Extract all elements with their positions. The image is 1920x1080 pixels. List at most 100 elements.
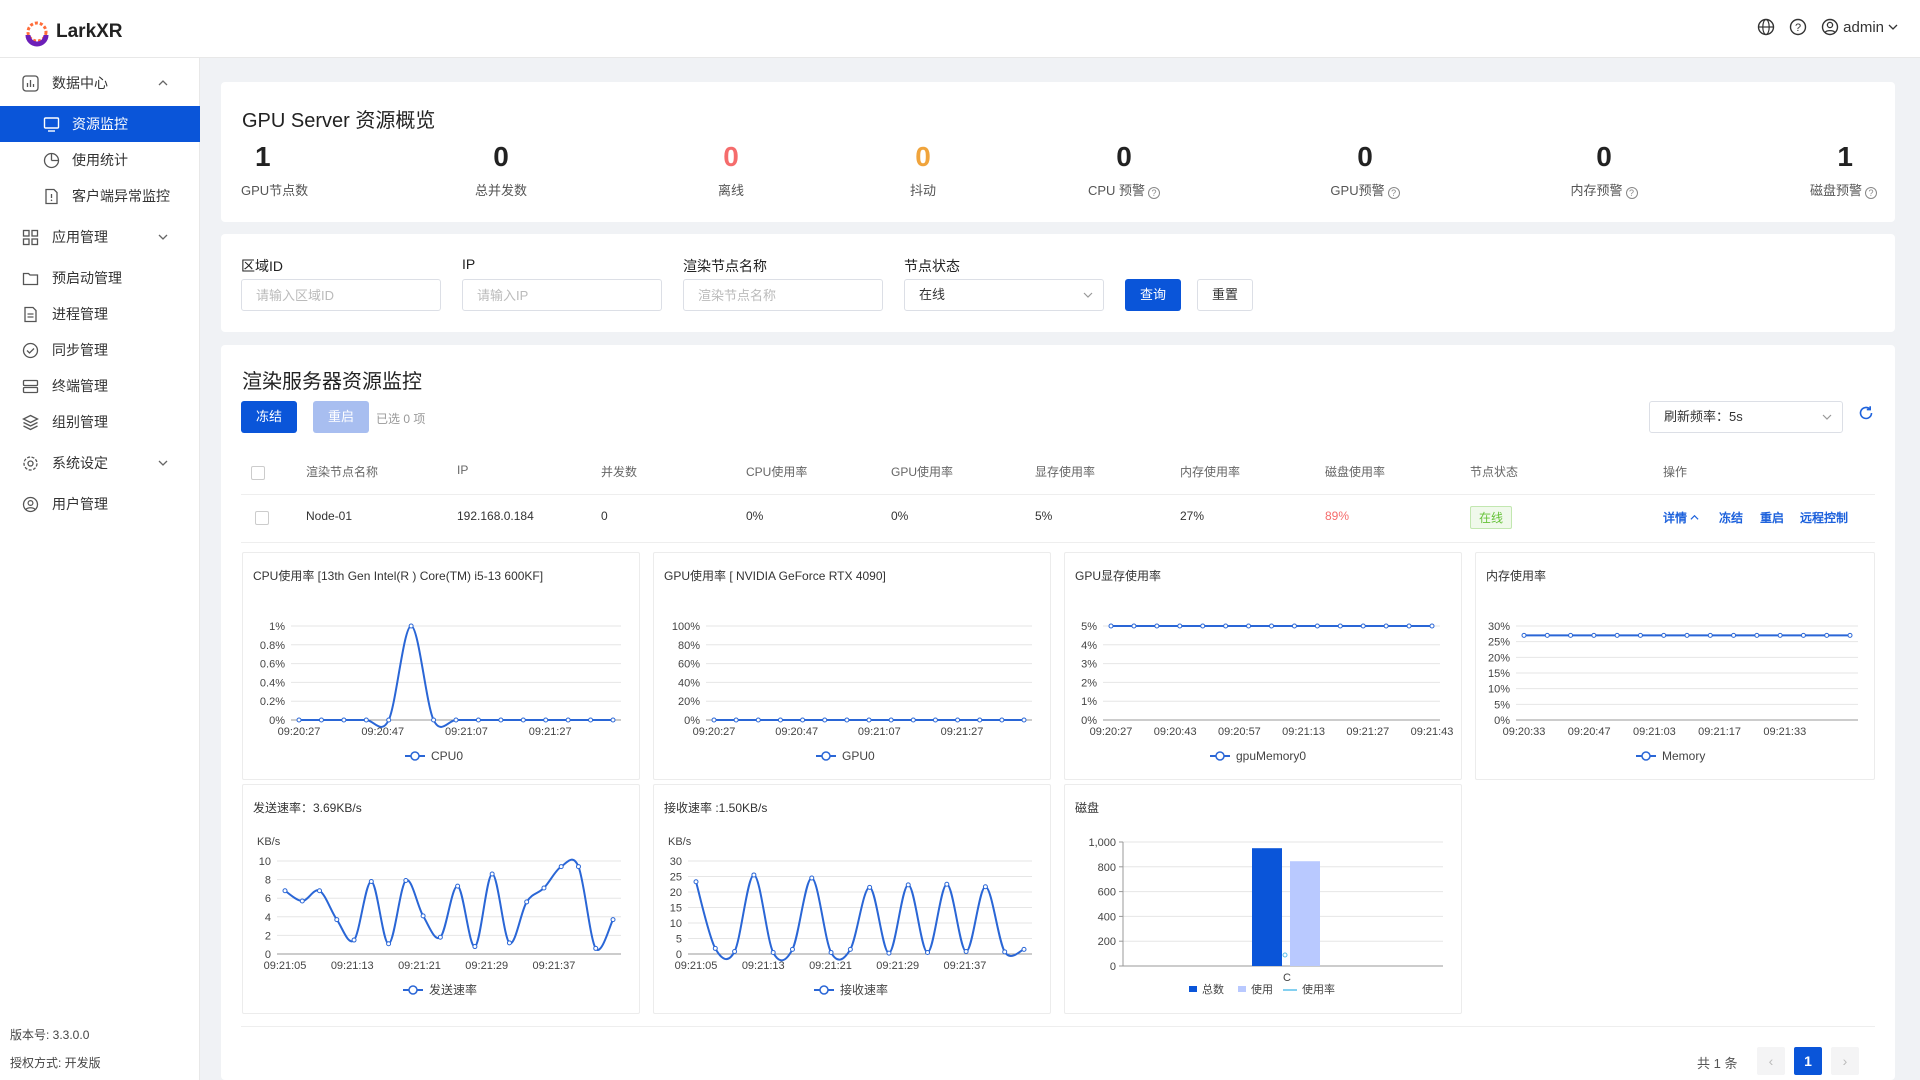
freeze-link[interactable]: 冻结: [1719, 509, 1743, 526]
pager-next-button[interactable]: ›: [1831, 1047, 1859, 1075]
freeze-button[interactable]: 冻结: [241, 401, 297, 433]
logo[interactable]: LarkXR: [20, 15, 123, 49]
sidebar-item-app-management[interactable]: 应用管理: [0, 219, 200, 255]
pager-page-1[interactable]: 1: [1794, 1047, 1822, 1075]
sidebar-item-usage-stats[interactable]: 使用统计: [0, 142, 200, 178]
globe-icon[interactable]: [1757, 18, 1775, 36]
user-menu[interactable]: admin: [1821, 18, 1898, 36]
chevron-down-icon: [1822, 414, 1832, 420]
sidebar-item-label: 应用管理: [52, 229, 108, 245]
data-point: [888, 717, 894, 723]
stat-label: GPU预警: [1330, 183, 1385, 198]
x-tick-label: 09:21:07: [445, 726, 488, 738]
refresh-rate-select[interactable]: 刷新频率：5s: [1649, 401, 1843, 433]
sidebar-item-label: 终端管理: [52, 378, 108, 394]
y-unit-label: KB/s: [257, 836, 281, 848]
sidebar-item-prelaunch[interactable]: 预启动管理: [0, 260, 200, 296]
series-line: [284, 858, 614, 951]
query-button[interactable]: 查询: [1125, 279, 1181, 311]
data-point: [363, 717, 369, 723]
node-name-input[interactable]: [683, 279, 883, 311]
reset-button[interactable]: 重置: [1197, 279, 1253, 311]
stat-value: 0: [1116, 141, 1132, 172]
question-icon[interactable]: ?: [1625, 187, 1638, 199]
y-tick-label: 600: [1098, 887, 1116, 899]
data-point: [575, 864, 581, 870]
detail-link[interactable]: 详情: [1663, 509, 1699, 526]
cell-gpu: 0%: [891, 509, 909, 523]
user-icon: [22, 496, 39, 513]
stat-label: CPU 预警: [1087, 183, 1146, 198]
x-tick-label: 09:20:47: [361, 726, 404, 738]
stat-cpu-warning: 0 CPU 预警?: [1074, 140, 1174, 199]
data-point: [431, 717, 437, 723]
overview-card: GPU Server 资源概览 1 GPU节点数 0 总并发数 0 离线 0 抖…: [221, 82, 1895, 222]
y-tick-label: 8: [265, 875, 271, 887]
sidebar-item-client-error-monitor[interactable]: 客户端异常监控: [0, 178, 200, 214]
sidebar-item-terminal[interactable]: 终端管理: [0, 368, 200, 404]
stat-total-concurrency: 0 总并发数: [461, 140, 541, 199]
legend-marker: [410, 751, 420, 761]
sidebar-item-process[interactable]: 进程管理: [0, 296, 200, 332]
stat-label: 总并发数: [474, 183, 527, 198]
gear-icon: [23, 456, 38, 471]
y-tick-label: 20: [670, 887, 682, 899]
series-line: [695, 873, 1025, 962]
restart-button[interactable]: 重启: [313, 401, 369, 433]
ip-input[interactable]: [462, 279, 662, 311]
select-all-checkbox[interactable]: [251, 466, 265, 480]
data-point: [755, 717, 761, 723]
pager-prev-button[interactable]: ‹: [1757, 1047, 1785, 1075]
y-tick-label: 5%: [1081, 621, 1097, 633]
data-point: [1108, 623, 1114, 629]
sidebar-item-system-settings[interactable]: 系统设定: [0, 445, 200, 481]
sidebar-item-resource-monitor[interactable]: 资源监控: [0, 106, 200, 142]
stat-gpu-warning: 0 GPU预警?: [1315, 140, 1415, 199]
data-point: [282, 888, 288, 894]
data-point: [472, 944, 478, 950]
row-checkbox[interactable]: [255, 511, 269, 525]
data-point: [1754, 632, 1760, 638]
data-point: [506, 940, 512, 946]
sidebar-item-group[interactable]: 组别管理: [0, 404, 200, 440]
question-icon[interactable]: ?: [1148, 187, 1161, 199]
legend-marker: [1641, 751, 1651, 761]
data-point: [1614, 632, 1620, 638]
status-select[interactable]: 在线: [904, 279, 1104, 311]
cell-disk: 89%: [1325, 509, 1350, 523]
help-icon[interactable]: ?: [1789, 18, 1807, 36]
y-tick-label: 2: [265, 930, 271, 942]
stat-value: 0: [915, 141, 931, 172]
data-point: [437, 934, 443, 940]
question-icon[interactable]: ?: [1387, 187, 1400, 199]
data-point: [944, 881, 950, 887]
data-point: [455, 883, 461, 889]
data-point: [543, 717, 549, 723]
sidebar-item-sync[interactable]: 同步管理: [0, 332, 200, 368]
data-point: [1223, 623, 1229, 629]
x-tick-label: C: [1283, 972, 1291, 984]
y-tick-label: 10: [259, 856, 271, 868]
question-icon[interactable]: ?: [1865, 187, 1877, 199]
sidebar-item-label: 数据中心: [52, 75, 108, 91]
data-point: [828, 949, 834, 955]
sidebar-item-label: 客户端异常监控: [72, 188, 170, 204]
data-point: [1684, 632, 1690, 638]
data-point: [932, 717, 938, 723]
monitor-icon: [43, 117, 60, 132]
sidebar-item-users[interactable]: 用户管理: [0, 486, 200, 522]
restart-link[interactable]: 重启: [1760, 509, 1784, 526]
data-point: [1314, 623, 1320, 629]
chart-svg: 1086420KB/s09:21:05 09:21:13 09:21:21 09:21…: [257, 836, 621, 997]
data-point: [386, 941, 392, 947]
data-point: [351, 937, 357, 943]
remote-control-link[interactable]: 远程控制: [1800, 509, 1848, 526]
data-point: [712, 945, 718, 951]
refresh-icon[interactable]: [1857, 404, 1875, 422]
status-select-value: 在线: [919, 287, 946, 302]
x-tick-label: 09:21:27: [941, 726, 984, 738]
sidebar-item-data-center[interactable]: 数据中心: [0, 65, 200, 101]
x-tick-label: 09:20:47: [1568, 726, 1611, 738]
data-point: [977, 717, 983, 723]
region-id-input[interactable]: [241, 279, 441, 311]
